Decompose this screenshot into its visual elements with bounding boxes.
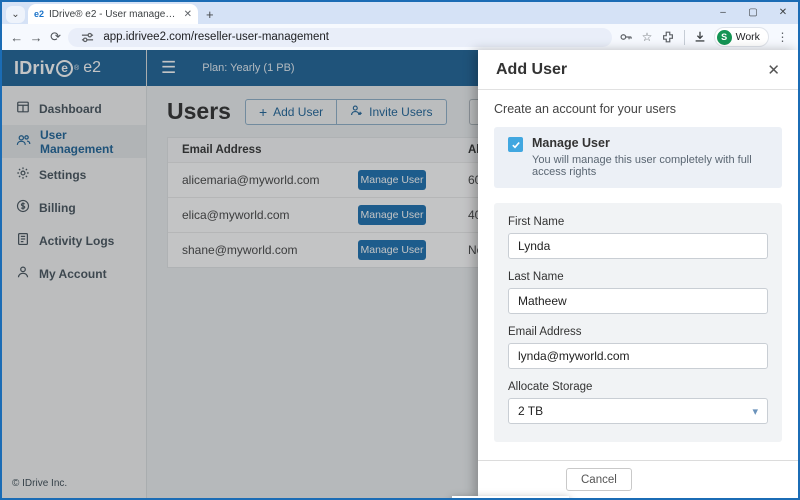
manage-user-checkbox-label[interactable]: Manage User xyxy=(532,136,770,150)
tab-close-icon[interactable]: ✕ xyxy=(184,9,192,20)
window-controls: – ▢ ✕ xyxy=(708,2,798,24)
panel-header: Add User ✕ xyxy=(478,50,798,90)
panel-title: Add User xyxy=(496,61,567,79)
email-field[interactable] xyxy=(508,343,768,369)
app-root: IDrive®e2 Dashboard xyxy=(2,50,798,498)
download-icon[interactable] xyxy=(692,28,707,46)
browser-window: ⌄ e2 IDrive® e2 - User management ✕ + – … xyxy=(0,0,800,500)
add-user-panel: Add User ✕ Create an account for your us… xyxy=(478,50,798,498)
profile-chip[interactable]: S Work xyxy=(714,27,769,47)
chevron-down-icon: ⌄ xyxy=(11,9,19,20)
url-bar[interactable]: app.idrivee2.com/reseller-user-managemen… xyxy=(68,28,612,47)
profile-label: Work xyxy=(736,31,760,43)
browser-tab[interactable]: e2 IDrive® e2 - User management ✕ xyxy=(28,4,198,24)
tab-title: IDrive® e2 - User management xyxy=(49,9,179,20)
site-info-icon[interactable] xyxy=(78,28,96,46)
profile-avatar: S xyxy=(717,30,732,45)
allocate-storage-value: 2 TB xyxy=(518,404,543,418)
extensions-icon[interactable] xyxy=(661,28,676,46)
panel-close-icon[interactable]: ✕ xyxy=(767,61,780,79)
url-text: app.idrivee2.com/reseller-user-managemen… xyxy=(103,31,329,43)
allocate-storage-label: Allocate Storage xyxy=(508,381,768,393)
panel-footer: Cancel xyxy=(478,460,798,498)
panel-subtitle: Create an account for your users xyxy=(494,102,782,116)
last-name-field[interactable] xyxy=(508,288,768,314)
tab-search-button[interactable]: ⌄ xyxy=(6,6,25,23)
focused-button-highlight: Add User xyxy=(452,496,569,500)
refresh-icon[interactable]: ⟳ xyxy=(49,29,62,45)
back-icon[interactable]: ← xyxy=(10,30,23,45)
bookmark-star-icon[interactable]: ☆ xyxy=(639,28,654,46)
first-name-label: First Name xyxy=(508,216,768,228)
caret-down-icon: ▾ xyxy=(752,405,758,418)
window-close-icon[interactable]: ✕ xyxy=(768,3,798,23)
manage-user-checkbox[interactable] xyxy=(508,137,523,152)
forward-icon[interactable]: → xyxy=(29,30,42,45)
allocate-storage-select[interactable]: 2 TB ▾ xyxy=(508,398,768,424)
last-name-label: Last Name xyxy=(508,271,768,283)
first-name-field[interactable] xyxy=(508,233,768,259)
email-label: Email Address xyxy=(508,326,768,338)
cancel-button[interactable]: Cancel xyxy=(566,468,632,491)
minimize-icon[interactable]: – xyxy=(708,3,738,23)
toolbar-divider xyxy=(684,30,685,45)
more-menu-icon[interactable]: ⋮ xyxy=(775,28,790,46)
site-favicon: e2 xyxy=(34,9,44,19)
manage-user-card: Manage User You will manage this user co… xyxy=(494,127,782,188)
new-tab-button[interactable]: + xyxy=(206,7,214,22)
browser-toolbar: ← → ⟳ app.idrivee2.com/reseller-user-man… xyxy=(2,24,798,50)
add-user-form: First Name Last Name Email Address Alloc… xyxy=(494,203,782,442)
manage-user-description: You will manage this user completely wit… xyxy=(532,154,770,178)
maximize-icon[interactable]: ▢ xyxy=(738,3,768,23)
password-key-icon[interactable] xyxy=(618,28,633,46)
tab-strip: ⌄ e2 IDrive® e2 - User management ✕ + – … xyxy=(2,2,798,24)
modal-dim-overlay xyxy=(2,50,478,498)
